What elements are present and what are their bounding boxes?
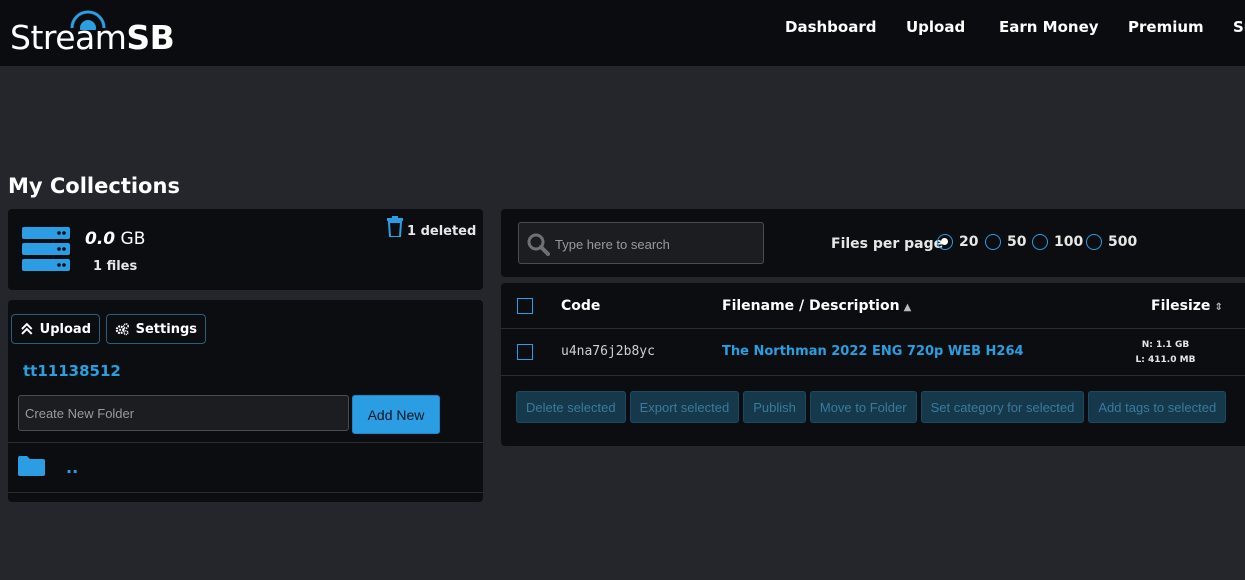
page-title: My Collections	[8, 174, 180, 198]
column-header-filename-label: Filename / Description	[722, 298, 900, 314]
sort-icon: ⇕	[1214, 302, 1223, 313]
per-page-option-100[interactable]: 100	[1032, 234, 1083, 250]
divider	[501, 328, 1245, 329]
nav-support[interactable]: Su	[1233, 18, 1245, 36]
server-icon	[22, 227, 70, 271]
per-page-option-500[interactable]: 500	[1086, 234, 1137, 250]
search-icon	[527, 233, 550, 256]
nav-premium[interactable]: Premium	[1128, 18, 1204, 36]
folder-icon[interactable]	[18, 456, 45, 476]
radio[interactable]	[1086, 234, 1102, 250]
file-count: 1 files	[93, 259, 138, 274]
storage-summary-card: 0.0 GB 1 files 1 deleted	[8, 209, 483, 290]
column-header-filesize-label: Filesize	[1151, 298, 1211, 314]
file-size-low: L: 411.0 MB	[1135, 355, 1196, 365]
radio[interactable]	[1032, 234, 1048, 250]
divider	[8, 442, 483, 443]
logo-text-regular: Stream	[10, 18, 127, 57]
per-page-label: 20	[959, 234, 979, 250]
trash-icon	[387, 216, 403, 237]
add-new-folder-button[interactable]: Add New	[352, 395, 440, 434]
logo-text-bold: SB	[126, 18, 175, 57]
storage-used-unit: GB	[120, 229, 146, 249]
bulk-actions: Delete selected Export selected Publish …	[516, 391, 1227, 423]
current-folder-name[interactable]: tt11138512	[23, 362, 121, 380]
move-to-folder-button[interactable]: Move to Folder	[809, 391, 917, 423]
per-page-option-50[interactable]: 50	[985, 234, 1026, 250]
search-panel: Files per page 20 50 100 500	[501, 209, 1245, 277]
publish-button[interactable]: Publish	[743, 391, 806, 423]
search-input[interactable]	[553, 223, 762, 265]
upload-button-label: Upload	[39, 321, 91, 337]
radio[interactable]	[985, 234, 1001, 250]
new-folder-input[interactable]	[18, 395, 349, 431]
set-category-button[interactable]: Set category for selected	[920, 391, 1085, 423]
divider	[8, 492, 483, 493]
add-tags-button[interactable]: Add tags to selected	[1088, 391, 1227, 423]
select-all-checkbox[interactable]	[517, 298, 533, 314]
file-size-normal: N: 1.1 GB	[1141, 340, 1190, 350]
divider	[501, 375, 1245, 376]
per-page-option-20[interactable]: 20	[937, 234, 978, 250]
storage-used-value: 0.0	[85, 229, 116, 249]
top-navbar: StreamSB Dashboard Upload Earn Money Pre…	[0, 0, 1245, 66]
export-selected-button[interactable]: Export selected	[629, 391, 740, 423]
gears-icon	[115, 323, 129, 336]
file-name-link[interactable]: The Northman 2022 ENG 720p WEB H264	[722, 344, 1024, 359]
search-box	[518, 222, 764, 265]
radio-selected[interactable]	[937, 234, 953, 250]
settings-button[interactable]: Settings	[106, 314, 206, 344]
storage-used: 0.0 GB	[85, 229, 145, 249]
column-header-filesize[interactable]: Filesize ⇕	[1151, 298, 1223, 314]
column-header-code: Code	[561, 298, 601, 314]
folders-panel: Upload Settings tt11138512 Add New ..	[8, 300, 483, 502]
row-checkbox[interactable]	[517, 344, 533, 360]
nav-earn-money[interactable]: Earn Money	[999, 18, 1099, 36]
nav-dashboard[interactable]: Dashboard	[785, 18, 876, 36]
per-page-label: 500	[1108, 234, 1138, 250]
files-table: Code Filename / Description ▲ Filesize ⇕ u…	[501, 283, 1245, 446]
sort-asc-icon: ▲	[903, 302, 912, 313]
column-header-filename[interactable]: Filename / Description ▲	[722, 298, 911, 314]
delete-selected-button[interactable]: Delete selected	[516, 391, 626, 423]
upload-button[interactable]: Upload	[11, 314, 100, 344]
per-page-label: 100	[1054, 234, 1084, 250]
deleted-count[interactable]: 1 deleted	[407, 224, 476, 239]
settings-button-label: Settings	[135, 321, 197, 337]
file-code: u4na76j2b8yc	[561, 344, 655, 359]
per-page-label: 50	[1007, 234, 1027, 250]
chevrons-up-icon	[21, 322, 33, 335]
nav-upload[interactable]: Upload	[906, 18, 965, 36]
file-size: N: 1.1 GB L: 411.0 MB	[1093, 338, 1238, 368]
files-per-page-label: Files per page	[831, 236, 944, 252]
parent-folder-link[interactable]: ..	[66, 458, 78, 477]
